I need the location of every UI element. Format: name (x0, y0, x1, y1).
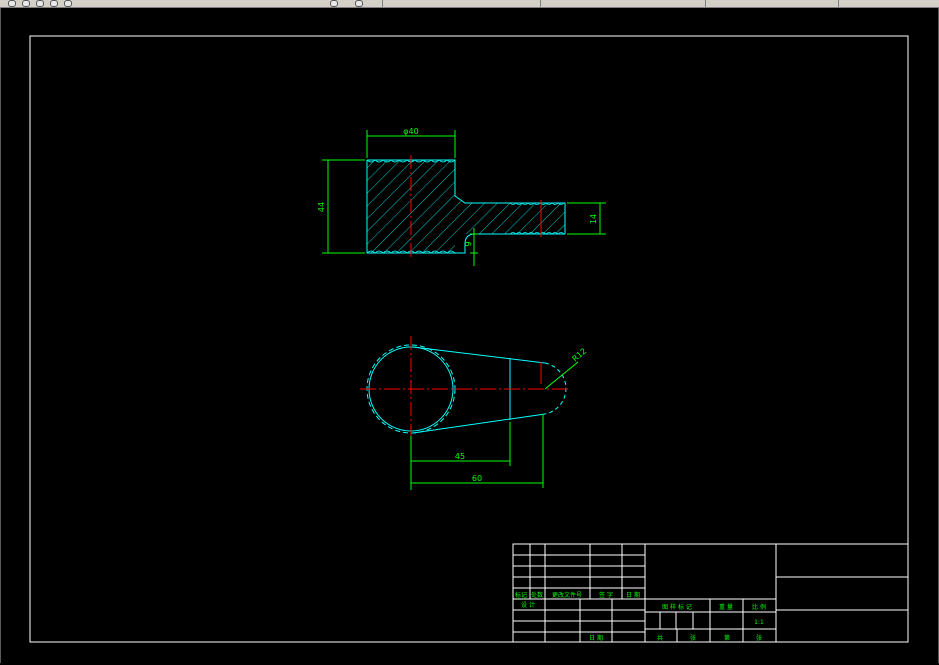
tb-label-designer: 设 计 (521, 601, 535, 609)
tb-label-change: 更改文件号 (552, 591, 582, 599)
dim-radius: R12 (571, 347, 589, 364)
tb-label-date2: 日 期 (589, 634, 603, 642)
tb-label-sign: 签 字 (599, 591, 613, 599)
cad-drawing[interactable]: φ40 44 14 9 R12 45 60 标记 处数 更改文件号 签 字 日 … (0, 0, 939, 665)
top-view (360, 336, 570, 440)
dim-step: 9 (464, 241, 473, 246)
tb-label-date: 日 期 (626, 591, 640, 599)
tb-sheet-unit: 张 (690, 634, 696, 642)
tb-label-mark: 标记 (515, 591, 527, 599)
tb-label-count: 处数 (531, 591, 543, 599)
tb-header-mark: 图 样 标 记 (662, 603, 692, 611)
tangent-bottom (412, 413, 546, 434)
top-dimensions (410, 361, 579, 490)
dim-boss: 14 (589, 214, 598, 224)
dim-offset-45: 45 (455, 452, 465, 461)
tangent-top (412, 346, 546, 364)
dim-height: 44 (317, 202, 326, 212)
tb-sheet-total: 共 (657, 634, 663, 642)
tb-sheet-number: 第 (724, 634, 730, 642)
dim-diameter: φ40 (403, 127, 418, 136)
tb-sheet-unit2: 张 (756, 634, 762, 642)
tb-scale-value: 1:1 (754, 619, 764, 626)
tb-header-weight: 重 量 (719, 603, 733, 611)
tb-header-scale: 比 例 (752, 603, 766, 611)
dim-offset-60: 60 (472, 474, 482, 483)
